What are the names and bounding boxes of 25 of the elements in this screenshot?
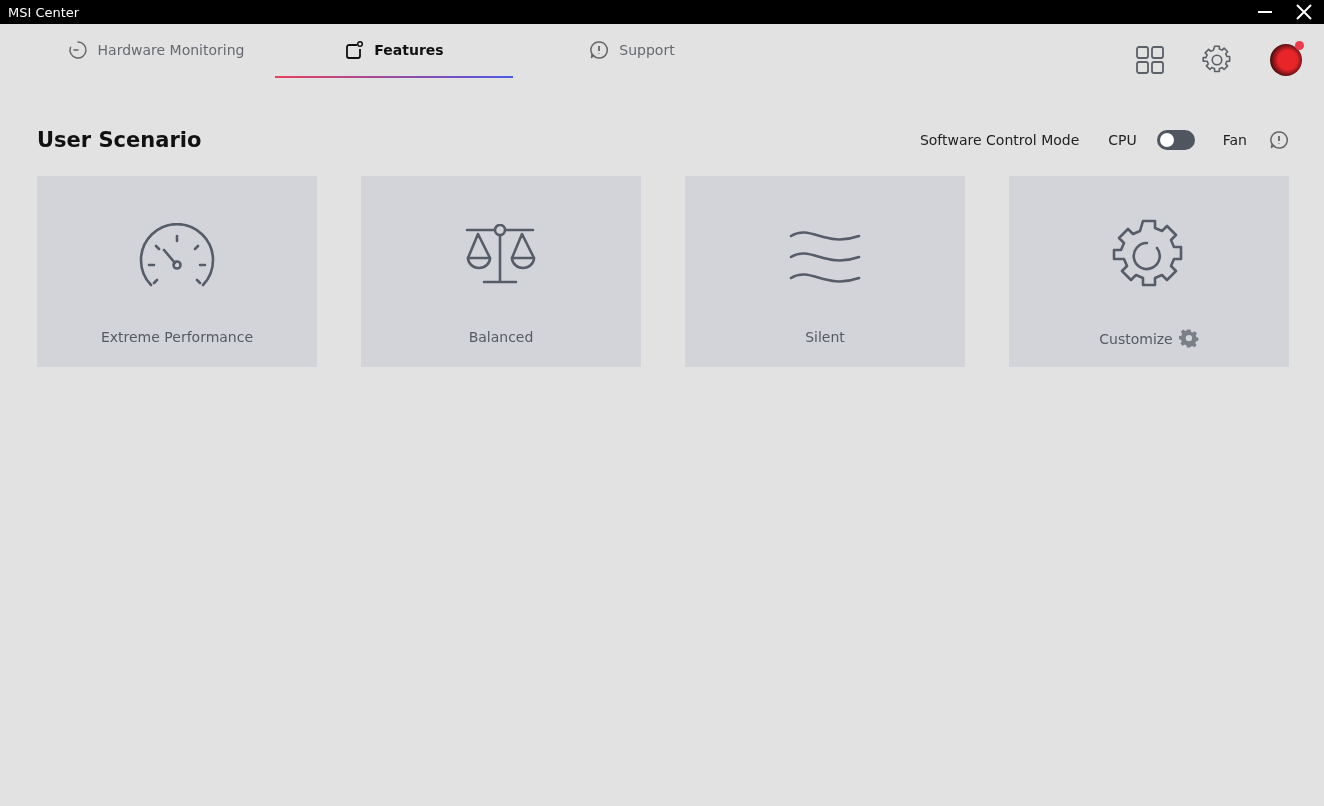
mode-label: Software Control Mode <box>919 132 1080 148</box>
scenario-card[interactable]: Balanced <box>361 176 641 367</box>
settings-icon[interactable] <box>1202 45 1232 75</box>
scenario-label: Customize <box>1099 331 1173 347</box>
scenario-card[interactable]: Silent <box>685 176 965 367</box>
nav-tab[interactable]: Hardware Monitoring <box>37 24 275 78</box>
settings-icon[interactable] <box>1178 329 1199 349</box>
scenario-label: Balanced <box>468 329 534 345</box>
window-title: MSI Center <box>8 4 80 20</box>
mode-toggle[interactable] <box>1156 130 1195 150</box>
speedometer-icon <box>139 223 215 289</box>
scenario-label: Extreme Performance <box>100 329 254 345</box>
toggle-right-label: Fan <box>1222 132 1247 148</box>
square-dot-icon <box>344 40 365 60</box>
nav-tab[interactable]: Support <box>513 24 751 78</box>
scenario-card[interactable]: Customize <box>1009 176 1289 367</box>
close-button[interactable] <box>1294 2 1314 22</box>
section-title: User Scenario <box>37 128 202 152</box>
scenario-card[interactable]: Extreme Performance <box>37 176 317 367</box>
scenario-label: Silent <box>805 329 845 345</box>
avatar[interactable] <box>1270 44 1302 76</box>
grid-icon[interactable] <box>1136 46 1164 74</box>
timer-icon <box>67 40 88 60</box>
toggle-left-label: CPU <box>1108 132 1137 148</box>
nav-tab[interactable]: Features <box>275 24 513 78</box>
